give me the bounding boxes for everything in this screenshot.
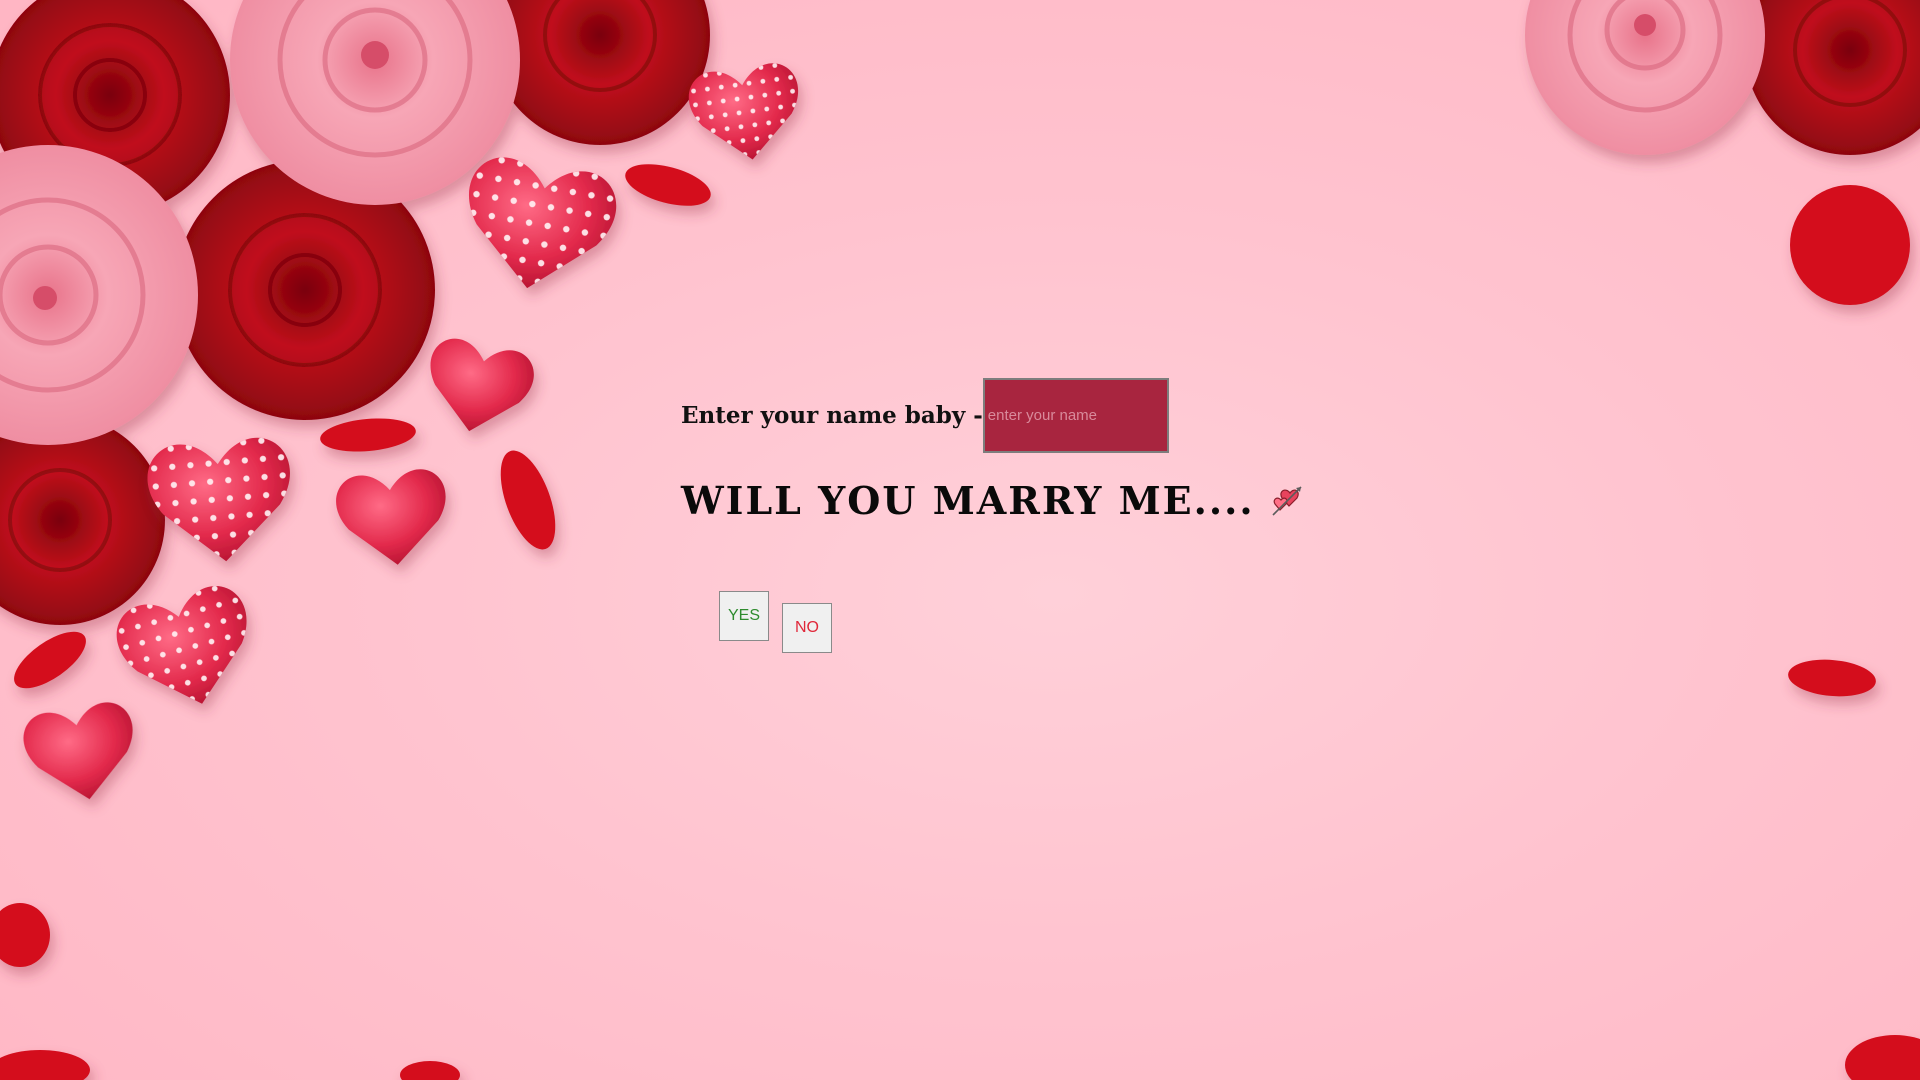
rose-cluster-right: [1525, 0, 1920, 155]
no-button[interactable]: NO: [782, 603, 832, 653]
question-text: WILL YOU MARRY ME....: [681, 478, 1255, 523]
name-entry-row: Enter your name baby -: [681, 378, 1169, 453]
yes-button[interactable]: YES: [719, 591, 769, 641]
roses-background: [0, 0, 1920, 1080]
question-heading: WILL YOU MARRY ME....: [681, 478, 1305, 523]
name-input[interactable]: [982, 378, 1169, 453]
name-label: Enter your name baby -: [681, 402, 983, 429]
hearts-arrow-icon: [1271, 485, 1302, 516]
